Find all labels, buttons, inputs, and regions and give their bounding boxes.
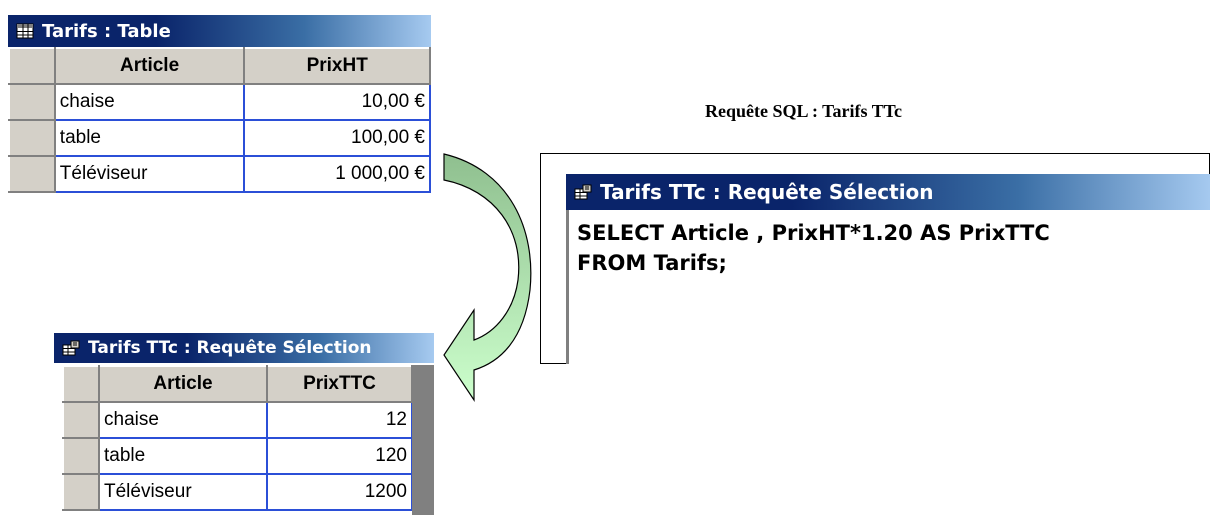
cell-prixttc[interactable]: 120	[267, 438, 413, 475]
cell-article[interactable]: chaise	[99, 402, 268, 439]
cell-prixht[interactable]: 10,00 €	[244, 84, 431, 121]
header-row: Article PrixTTC	[62, 365, 413, 403]
query-icon	[574, 184, 592, 200]
column-header-prixht[interactable]: PrixHT	[243, 47, 431, 85]
sql-line: SELECT Article , PrixHT*1.20 AS PrixTTC	[577, 221, 1050, 245]
sql-line: FROM Tarifs;	[577, 251, 727, 275]
sql-frame: Tarifs TTc : Requête Sélection SELECT Ar…	[540, 153, 1210, 364]
cell-prixht[interactable]: 100,00 €	[244, 120, 431, 157]
query-icon	[62, 340, 80, 356]
table-row: chaise 12	[62, 401, 413, 439]
row-selector[interactable]	[8, 155, 56, 193]
table-row: chaise 10,00 €	[8, 83, 431, 121]
source-table-window: Tarifs : Table Article PrixHT chaise 10,…	[8, 15, 431, 203]
sql-editor[interactable]: SELECT Article , PrixHT*1.20 AS PrixTTC …	[566, 210, 1210, 364]
table-icon	[16, 23, 34, 39]
row-selector[interactable]	[62, 473, 100, 511]
row-selector[interactable]	[62, 437, 100, 475]
table-row: table 120	[62, 437, 413, 475]
source-datasheet: Article PrixHT chaise 10,00 € table 100,…	[8, 47, 431, 193]
result-datasheet: Article PrixTTC chaise 12 table 120 Télé…	[62, 365, 413, 511]
column-header-article[interactable]: Article	[53, 47, 246, 85]
sql-window-titlebar[interactable]: Tarifs TTc : Requête Sélection	[566, 174, 1210, 210]
column-header-prixttc[interactable]: PrixTTC	[266, 365, 413, 403]
table-row: Téléviseur 1 000,00 €	[8, 155, 431, 193]
table-row: table 100,00 €	[8, 119, 431, 157]
cell-prixht[interactable]: 1 000,00 €	[244, 156, 431, 193]
cell-prixttc[interactable]: 1200	[267, 474, 413, 511]
select-all-corner[interactable]	[8, 47, 56, 85]
grid-scroll-gutter	[412, 365, 434, 515]
row-selector[interactable]	[8, 83, 56, 121]
cell-article[interactable]: Téléviseur	[54, 156, 246, 193]
table-row: Téléviseur 1200	[62, 473, 413, 511]
cell-prixttc[interactable]: 12	[267, 402, 413, 439]
header-row: Article PrixHT	[8, 47, 431, 85]
cell-article[interactable]: table	[99, 438, 268, 475]
select-all-corner[interactable]	[62, 365, 100, 403]
sql-caption: Requête SQL : Tarifs TTc	[705, 101, 903, 121]
cell-article[interactable]: table	[54, 120, 246, 157]
curved-arrow-icon	[443, 153, 532, 402]
result-query-title: Tarifs TTc : Requête Sélection	[88, 338, 372, 358]
sql-query-window: Tarifs TTc : Requête Sélection SELECT Ar…	[566, 174, 1210, 364]
cell-article[interactable]: chaise	[54, 84, 246, 121]
sql-window-title: Tarifs TTc : Requête Sélection	[600, 180, 934, 204]
source-table-title: Tarifs : Table	[42, 20, 171, 42]
column-header-article[interactable]: Article	[98, 365, 268, 403]
row-selector[interactable]	[62, 401, 100, 439]
cell-article[interactable]: Téléviseur	[99, 474, 268, 511]
source-table-titlebar[interactable]: Tarifs : Table	[8, 15, 431, 47]
row-selector[interactable]	[8, 119, 56, 157]
result-query-window: Tarifs TTc : Requête Sélection Article P…	[54, 333, 434, 515]
result-query-titlebar[interactable]: Tarifs TTc : Requête Sélection	[54, 333, 434, 363]
